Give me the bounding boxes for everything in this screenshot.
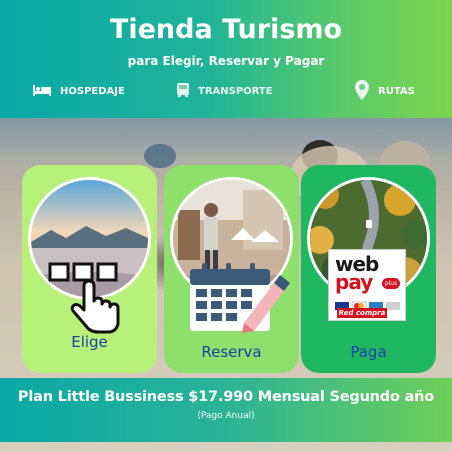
plan-payment-note: (Pago Anual) (197, 411, 255, 421)
bus-icon (176, 82, 190, 101)
bed-icon (32, 83, 52, 100)
card-paga[interactable]: web pay plus Red compra Paga (301, 165, 436, 373)
webpay-pay-text: pay (335, 270, 373, 294)
webpay-plus-badge: plus (382, 278, 400, 289)
webpay-logo: web pay plus Red compra (328, 249, 406, 321)
card-label-reserva: Reserva (201, 343, 262, 361)
footer-band (0, 378, 452, 442)
nav-label-transporte: TRANSPORTE (198, 85, 273, 97)
card-reserva[interactable]: Reserva (164, 165, 299, 373)
plan-price-text: Plan Little Bussiness $17.990 Mensual Se… (17, 389, 435, 405)
card-elige[interactable]: Elige (22, 165, 157, 373)
card-label-paga: Paga (350, 343, 387, 361)
nav-item-transporte[interactable]: TRANSPORTE (176, 80, 273, 102)
redcompra-badge: Red compra (337, 308, 387, 318)
page-title: Tienda Turismo (109, 14, 343, 45)
nav-item-rutas[interactable]: RUTAS (354, 79, 415, 104)
card-label-elige: Elige (71, 333, 108, 351)
nav-label-rutas: RUTAS (378, 85, 415, 97)
page-subtitle: para Elegir, Reservar y Pagar (127, 54, 325, 68)
calendar-icon (186, 263, 290, 339)
nav-item-hospedaje[interactable]: HOSPEDAJE (32, 80, 125, 102)
hand-pointer-icon (46, 260, 138, 344)
map-pin-icon (354, 79, 370, 104)
nav-label-hospedaje: HOSPEDAJE (60, 85, 125, 97)
